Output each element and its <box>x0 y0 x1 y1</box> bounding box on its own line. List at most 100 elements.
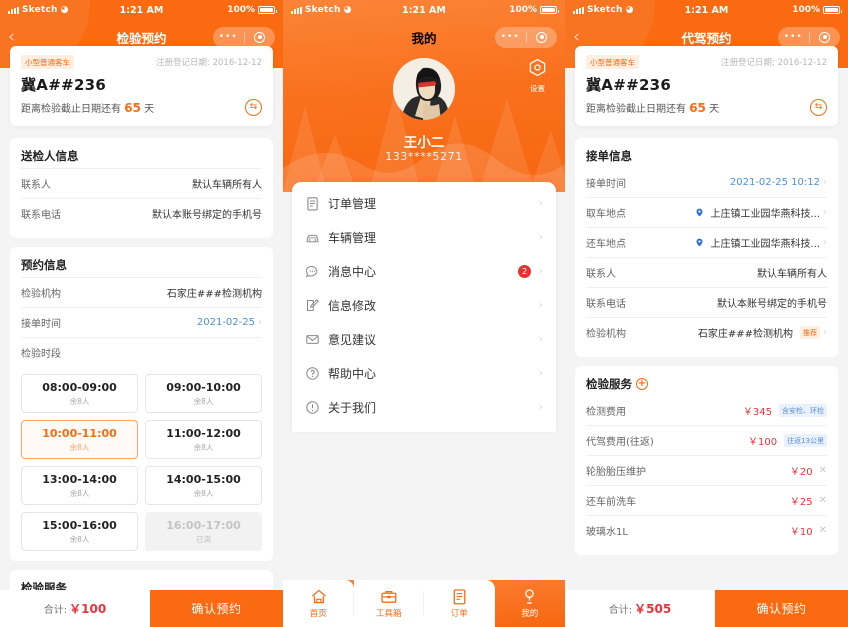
table-row[interactable]: 联系人 默认车辆所有人 <box>21 168 262 198</box>
toolbox-icon <box>380 588 397 605</box>
time-slot-09:00-10:00[interactable]: 09:00-10:00 余8人 <box>145 374 262 413</box>
due-prefix: 距离检验截止日期还有 <box>586 104 686 115</box>
chevron-right-icon: › <box>823 177 827 188</box>
total-display: 合计: ￥505 <box>565 590 715 627</box>
total-display: 合计: ￥100 <box>0 590 150 627</box>
more-icon[interactable]: ••• <box>495 32 526 42</box>
table-row[interactable]: 联系电话 默认本账号绑定的手机号 <box>21 198 262 228</box>
car-icon <box>305 230 320 245</box>
chevron-right-icon: › <box>539 299 543 311</box>
vehicle-register-date: 注册登记日期: 2016-12-12 <box>721 58 827 68</box>
service-row[interactable]: 还车前洗车 ￥25 ✕ <box>586 485 827 515</box>
chevron-right-icon: › <box>539 401 543 413</box>
service-price: ￥10 <box>789 527 813 538</box>
row-value: 默认本账号绑定的手机号 <box>717 295 827 310</box>
menu-item-3[interactable]: 消息中心 2 › <box>292 254 556 288</box>
menu-item-1[interactable]: 订单管理 › <box>292 186 556 220</box>
chevron-right-icon: › <box>823 207 827 218</box>
battery-icon <box>823 6 842 14</box>
phone-screen-driver-booking: Sketch ◕ 1:21 AM 100% ‹ 代驾预约 ••• 小型普通客车 … <box>565 0 848 627</box>
table-row[interactable]: 还车地点 上庄镇工业园华燕科技... › <box>586 227 827 257</box>
slot-time: 11:00-12:00 <box>166 427 241 440</box>
vehicle-card-bottom: 距离检验截止日期还有 65 天 ⇆ <box>586 99 827 116</box>
service-price: ￥20 <box>789 467 813 478</box>
row-value: 石家庄###检测机构 <box>166 289 262 300</box>
row-label: 代驾费用(往返) <box>586 437 654 448</box>
tab-订单[interactable]: 订单 <box>424 580 495 627</box>
vehicle-card-bottom: 距离检验截止日期还有 65 天 ⇆ <box>21 99 262 116</box>
time-slot-13:00-14:00[interactable]: 13:00-14:00 余8人 <box>21 466 138 505</box>
service-rows-container: 检测费用 ￥345 含安检、环检 代驾费用(往返) ￥100 往返13公里 轮胎胎压维护 ￥2… <box>586 396 827 545</box>
remove-icon[interactable]: ✕ <box>819 465 827 476</box>
swap-icon[interactable]: ⇆ <box>810 99 827 116</box>
avatar[interactable] <box>393 58 455 120</box>
menu-item-5[interactable]: 意见建议 › <box>292 322 556 356</box>
service-row: 检测费用 ￥345 含安检、环检 <box>586 396 827 425</box>
time-slot-10:00-11:00[interactable]: 10:00-11:00 余8人 <box>21 420 138 459</box>
swap-icon[interactable]: ⇆ <box>245 99 262 116</box>
slot-capacity: 余8人 <box>69 443 90 452</box>
table-row[interactable]: 接单时间 2021-02-25 › <box>21 307 262 337</box>
slot-capacity: 余8人 <box>193 489 214 498</box>
time-slot-14:00-15:00[interactable]: 14:00-15:00 余8人 <box>145 466 262 505</box>
vehicle-card-top: 小型普通客车 注册登记日期: 2016-12-12 <box>586 55 827 69</box>
slot-capacity: 余8人 <box>193 443 214 452</box>
time-slot-11:00-12:00[interactable]: 11:00-12:00 余8人 <box>145 420 262 459</box>
miniprogram-capsule[interactable]: ••• <box>778 26 841 48</box>
tab-label: 工具箱 <box>375 609 402 619</box>
table-row[interactable]: 取车地点 上庄镇工业园华燕科技... › <box>586 197 827 227</box>
driver-service-card: 检验服务 + 检测费用 ￥345 含安检、环检 代驾费用(往返) ￥100 往返13公里轮… <box>575 366 838 555</box>
tab-我的[interactable]: 我的 <box>495 580 566 627</box>
time-slot-08:00-09:00[interactable]: 08:00-09:00 余8人 <box>21 374 138 413</box>
row-value: ￥10 ✕ <box>790 523 827 538</box>
menu-item-4[interactable]: 信息修改 › <box>292 288 556 322</box>
settings-button[interactable]: 设置 <box>528 58 547 94</box>
slot-capacity: 余8人 <box>193 397 214 406</box>
miniprogram-capsule[interactable]: ••• <box>495 26 558 48</box>
tab-首页[interactable]: 首页 <box>283 580 354 627</box>
table-row[interactable]: 检验机构 石家庄###检测机构 <box>21 277 262 307</box>
inspection-due-text: 距离检验截止日期还有 65 天 <box>21 100 154 115</box>
service-row[interactable]: 玻璃水1L ￥10 ✕ <box>586 515 827 545</box>
miniprogram-capsule[interactable]: ••• <box>213 26 276 48</box>
vehicle-card[interactable]: 小型普通客车 注册登记日期: 2016-12-12 冀A##236 距离检验截止… <box>10 46 273 126</box>
tab-label: 我的 <box>521 609 539 619</box>
chevron-right-icon: › <box>539 367 543 379</box>
close-target-icon[interactable] <box>245 31 276 43</box>
close-target-icon[interactable] <box>527 31 558 43</box>
table-row[interactable]: 接单时间 2021-02-25 10:12 › <box>586 168 827 197</box>
remove-icon[interactable]: ✕ <box>819 495 827 506</box>
time-slot-16:00-17:00: 16:00-17:00 已满 <box>145 512 262 551</box>
table-row[interactable]: 检验机构 石家庄###检测机构 推荐 › <box>586 317 827 347</box>
menu-item-label: 帮助中心 <box>328 366 377 381</box>
plus-circle-icon[interactable]: + <box>636 378 648 390</box>
profile-menu-list: 订单管理 › 车辆管理 › 消息中心 2 › 信息修改 › 意见建议 › 帮助中心 › 关于我们 › <box>292 182 556 432</box>
tab-工具箱[interactable]: 工具箱 <box>353 580 424 627</box>
vehicle-card[interactable]: 小型普通客车 注册登记日期: 2016-12-12 冀A##236 距离检验截止… <box>575 46 838 126</box>
time-slot-15:00-16:00[interactable]: 15:00-16:00 余8人 <box>21 512 138 551</box>
confirm-booking-button[interactable]: 确认预约 <box>150 590 283 627</box>
more-icon[interactable]: ••• <box>213 32 244 42</box>
menu-item-6[interactable]: 帮助中心 › <box>292 356 556 390</box>
edit-icon <box>307 298 319 311</box>
menu-item-2[interactable]: 车辆管理 › <box>292 220 556 254</box>
battery-icon <box>258 6 277 14</box>
envelope-icon <box>305 332 320 347</box>
total-value: ￥100 <box>69 602 107 616</box>
confirm-booking-button[interactable]: 确认预约 <box>715 590 848 627</box>
service-row[interactable]: 轮胎胎压维护 ￥20 ✕ <box>586 455 827 485</box>
document-icon <box>307 196 318 210</box>
status-time: 1:21 AM <box>402 4 446 16</box>
slot-time: 08:00-09:00 <box>42 381 117 394</box>
more-icon[interactable]: ••• <box>778 32 809 42</box>
row-label: 接单时间 <box>21 319 61 330</box>
location-pin-icon <box>696 208 703 217</box>
slot-capacity: 已满 <box>196 535 211 544</box>
close-target-icon[interactable] <box>810 31 841 43</box>
due-days: 65 <box>689 101 706 115</box>
row-value: 2021-02-25 10:12 › <box>730 177 827 188</box>
row-value: ￥100 往返13公里 <box>748 433 827 448</box>
menu-item-7[interactable]: 关于我们 › <box>292 390 556 424</box>
remove-icon[interactable]: ✕ <box>819 525 827 536</box>
total-value: ￥505 <box>634 602 672 616</box>
